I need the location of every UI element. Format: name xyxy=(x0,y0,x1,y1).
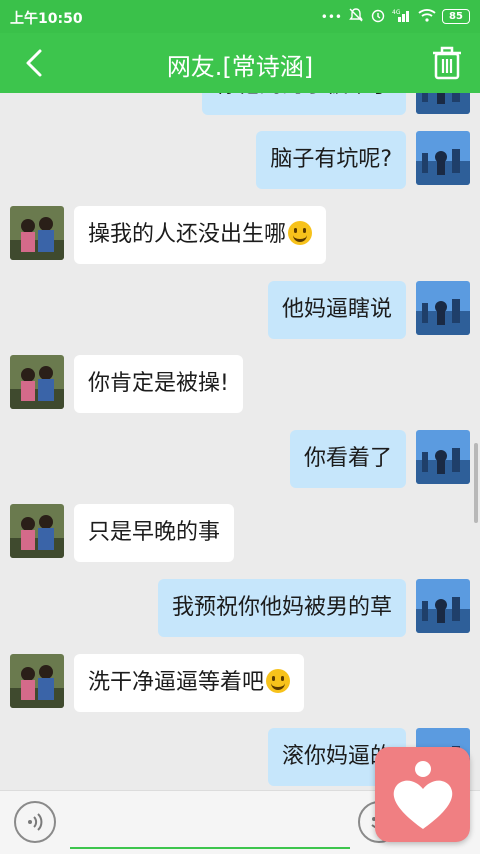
message-bubble-sent[interactable]: 你看着了 xyxy=(289,430,406,488)
message-bubble-received[interactable]: 洗干净逼逼等着吧 xyxy=(74,654,305,712)
message-list[interactable]: 你他妈的学被草了 脑子有坑呢? 操我的人还没出生哪 他妈逼瞎说 你肯定是被操! … xyxy=(0,93,480,790)
floating-heart-app-icon[interactable] xyxy=(375,747,470,842)
more-dots-icon: ••• xyxy=(320,9,342,24)
scrollbar-thumb[interactable] xyxy=(474,443,478,523)
my-avatar[interactable] xyxy=(416,579,470,633)
contact-avatar[interactable] xyxy=(10,206,64,260)
contact-avatar[interactable] xyxy=(10,654,64,708)
message-bubble-sent[interactable]: 我预祝你他妈被男的草 xyxy=(157,579,406,637)
contact-avatar[interactable] xyxy=(10,355,64,409)
chat-header: 网友.[常诗涵] xyxy=(0,33,480,93)
message-bubble-received[interactable]: 操我的人还没出生哪 xyxy=(74,206,327,264)
message-text: 洗干净逼逼等着吧 xyxy=(88,670,265,695)
chat-title: 网友.[常诗涵] xyxy=(166,53,314,81)
my-avatar[interactable] xyxy=(416,93,470,114)
voice-icon xyxy=(28,813,43,831)
my-avatar[interactable] xyxy=(416,430,470,484)
message-bubble-received[interactable]: 只是早晚的事 xyxy=(74,504,235,562)
smiley-emoji-icon xyxy=(266,669,291,693)
message-bubble-received[interactable]: 你肯定是被操! xyxy=(74,355,243,413)
signal-4g-icon: 4G xyxy=(392,8,412,25)
my-avatar[interactable] xyxy=(416,281,470,335)
message-bubble-sent[interactable]: 你他妈的学被草了 xyxy=(201,93,406,115)
message-input[interactable] xyxy=(70,799,350,849)
svg-text:4G: 4G xyxy=(392,9,401,16)
message-text: 操我的人还没出生哪 xyxy=(88,222,287,247)
status-icons: ••• 4G 85 xyxy=(321,7,470,26)
heart-person-icon xyxy=(393,761,453,829)
status-bar: 上午10:50 ••• 4G 85 xyxy=(0,0,480,33)
message-bubble-sent[interactable]: 他妈逼瞎说 xyxy=(267,281,406,339)
my-avatar[interactable] xyxy=(416,131,470,185)
voice-button[interactable] xyxy=(14,801,56,843)
mute-bell-icon xyxy=(348,7,364,26)
delete-button[interactable] xyxy=(430,45,464,81)
status-time: 上午10:50 xyxy=(10,11,83,27)
alarm-icon xyxy=(370,7,386,26)
trash-icon xyxy=(433,46,461,80)
message-bubble-sent[interactable]: 脑子有坑呢? xyxy=(256,131,406,189)
battery-icon: 85 xyxy=(442,9,470,24)
smiley-emoji-icon xyxy=(288,221,313,245)
wifi-icon xyxy=(418,8,436,25)
contact-avatar[interactable] xyxy=(10,504,64,558)
